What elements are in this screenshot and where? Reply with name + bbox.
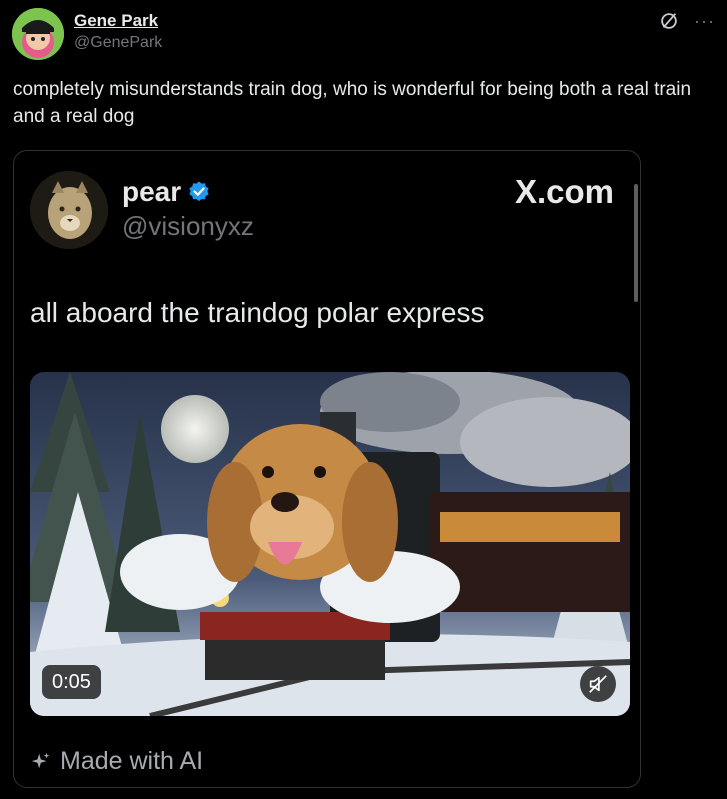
made-with-ai-text: Made with AI bbox=[60, 747, 204, 775]
embed-scrollbar[interactable] bbox=[634, 184, 638, 302]
author-display-name[interactable]: Gene Park bbox=[74, 10, 162, 32]
video-player[interactable]: 0:05 bbox=[30, 372, 630, 716]
post-actions: ··· bbox=[658, 10, 715, 32]
author-names: Gene Park @GenePark bbox=[74, 10, 162, 54]
avatar[interactable] bbox=[12, 8, 64, 60]
embed-text: all aboard the traindog polar express bbox=[30, 297, 485, 328]
avatar-image bbox=[12, 8, 64, 60]
embed-author-names: pear @visionyxz bbox=[122, 175, 254, 243]
sparkle-icon bbox=[31, 752, 50, 768]
link-broken-icon[interactable] bbox=[658, 10, 680, 32]
speaker-muted-icon bbox=[589, 675, 607, 693]
embed-display-name[interactable]: pear bbox=[122, 175, 181, 209]
source-label[interactable]: X.com bbox=[515, 173, 614, 211]
embed-name-row: pear bbox=[122, 175, 254, 209]
author-handle[interactable]: @GenePark bbox=[74, 32, 162, 54]
more-horizontal-icon[interactable]: ··· bbox=[694, 12, 715, 30]
post-header: Gene Park @GenePark ··· bbox=[12, 6, 715, 62]
embed-handle[interactable]: @visionyxz bbox=[122, 209, 254, 243]
made-with-ai-label: Made with AI bbox=[30, 747, 203, 776]
embed-avatar-image bbox=[30, 171, 108, 249]
embedded-post[interactable]: pear @visionyxz X.com all aboard the tra… bbox=[13, 150, 641, 788]
video-duration: 0:05 bbox=[42, 665, 101, 699]
verified-badge-icon bbox=[189, 181, 209, 202]
embed-avatar[interactable] bbox=[30, 171, 108, 249]
mute-button[interactable] bbox=[580, 666, 616, 702]
post-text: completely misunderstands train dog, who… bbox=[13, 79, 692, 127]
video-thumbnail bbox=[30, 372, 630, 716]
